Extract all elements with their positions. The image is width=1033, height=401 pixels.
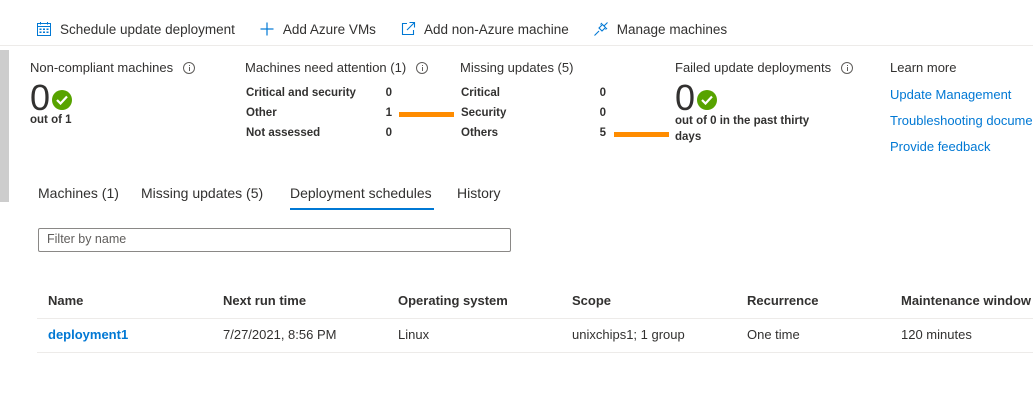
troubleshooting-link[interactable]: Troubleshooting docume	[890, 113, 1033, 128]
plus-icon	[260, 22, 274, 36]
manage-machines-button[interactable]: Manage machines	[593, 21, 727, 37]
missing-title: Missing updates (5)	[460, 60, 573, 75]
add-azure-vms-button[interactable]: Add Azure VMs	[259, 21, 376, 37]
column-header-operating-system[interactable]: Operating system	[398, 293, 508, 308]
tab-machines[interactable]: Machines (1)	[38, 185, 119, 201]
active-tab-indicator	[290, 208, 434, 210]
attention-row-label: Critical and security	[246, 87, 356, 99]
learn-more-title-text: Learn more	[890, 60, 957, 75]
info-icon[interactable]	[416, 61, 429, 74]
header-divider	[37, 318, 1033, 319]
attention-row-label: Not assessed	[246, 127, 321, 139]
failed-count: 0	[675, 77, 696, 118]
missing-row-label: Critical	[461, 87, 500, 99]
table-cell: 120 minutes	[901, 327, 972, 342]
attention-title: Machines need attention (1)	[245, 60, 429, 75]
attention-title-text: Machines need attention (1)	[245, 60, 407, 75]
learn-more-title: Learn more	[890, 60, 956, 75]
add-non-azure-machine-button[interactable]: Add non-Azure machine	[400, 21, 569, 37]
column-header-recurrence[interactable]: Recurrence	[747, 293, 819, 308]
add-non-azure-machine-label: Add non-Azure machine	[423, 21, 569, 37]
missing-bar	[614, 132, 669, 137]
filter-box	[38, 228, 511, 252]
calendar-icon	[37, 22, 51, 36]
table-cell: unixchips1; 1 group	[572, 327, 685, 342]
attention-row-value: 0	[385, 127, 392, 139]
deployment-name-link[interactable]: deployment1	[48, 327, 128, 342]
tab-history[interactable]: History	[457, 185, 501, 201]
add-azure-vms-label: Add Azure VMs	[282, 21, 376, 37]
failed-title: Failed update deployments	[675, 60, 854, 75]
missing-row-value: 0	[599, 107, 606, 119]
noncompliant-title: Non-compliant machines	[30, 60, 196, 75]
plug-icon	[593, 22, 608, 36]
noncompliant-count: 0	[30, 77, 51, 118]
failed-sub: out of 0 in the past thirty days	[675, 115, 810, 143]
toolbar: Schedule update deployment Add Azure VMs…	[36, 18, 751, 40]
column-header-next-run-time[interactable]: Next run time	[223, 293, 306, 308]
missing-row-value: 0	[599, 87, 606, 99]
noncompliant-sub: out of 1	[30, 114, 72, 126]
missing-row-value: 5	[599, 127, 606, 139]
row-divider	[37, 352, 1033, 353]
failed-title-text: Failed update deployments	[675, 60, 832, 75]
toolbar-divider	[0, 45, 1033, 46]
schedule-update-deployment-label: Schedule update deployment	[60, 21, 235, 37]
filter-input[interactable]	[39, 229, 510, 249]
missing-row-label: Others	[461, 127, 499, 139]
manage-machines-label: Manage machines	[616, 21, 728, 37]
column-header-name[interactable]: Name	[48, 293, 83, 308]
attention-row-value: 0	[385, 87, 392, 99]
attention-row-value: 1	[385, 107, 392, 119]
scrollbar-thumb[interactable]	[0, 50, 9, 202]
table-cell: One time	[747, 327, 800, 342]
attention-row-label: Other	[246, 107, 277, 119]
table-cell: 7/27/2021, 8:56 PM	[223, 327, 337, 342]
update-management-link[interactable]: Update Management	[890, 87, 1011, 102]
missing-title-text: Missing updates (5)	[460, 60, 574, 75]
info-icon[interactable]	[841, 61, 854, 74]
attention-bar	[399, 112, 454, 117]
provide-feedback-link[interactable]: Provide feedback	[890, 139, 990, 154]
table-cell: Linux	[398, 327, 430, 342]
column-header-maintenance-window[interactable]: Maintenance window	[901, 293, 1031, 308]
missing-row-label: Security	[461, 107, 507, 119]
column-header-scope[interactable]: Scope	[572, 293, 611, 308]
external-link-icon	[401, 21, 415, 36]
noncompliant-title-text: Non-compliant machines	[30, 60, 174, 75]
tab-missing-updates[interactable]: Missing updates (5)	[141, 185, 263, 201]
info-icon[interactable]	[183, 61, 196, 74]
schedule-update-deployment-button[interactable]: Schedule update deployment	[36, 21, 235, 37]
scrollbar-track[interactable]	[0, 0, 9, 401]
checkmark-circle-icon	[52, 90, 72, 110]
tab-deployment-schedules[interactable]: Deployment schedules	[290, 185, 432, 201]
checkmark-circle-icon	[697, 90, 717, 110]
